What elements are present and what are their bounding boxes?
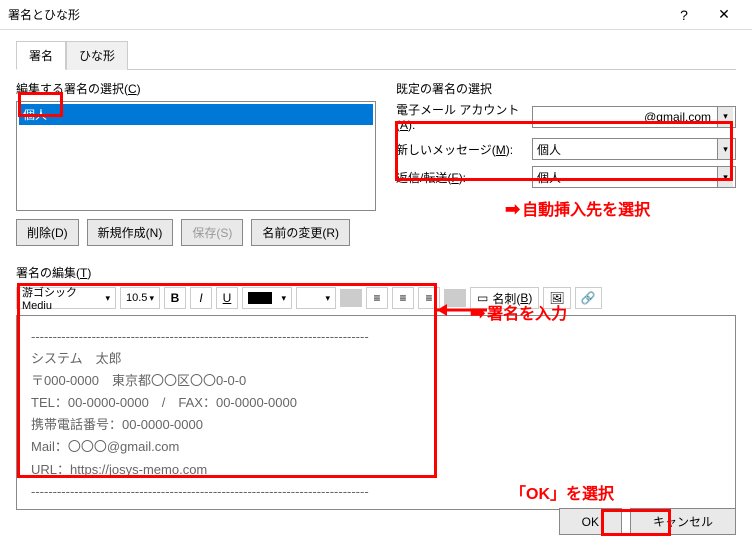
chevron-down-icon: ▾ — [717, 139, 733, 159]
editor-line: Mail：〇〇〇@gmail.com — [31, 436, 721, 458]
editor-line: 携帯電話番号：00-0000-0000 — [31, 414, 721, 436]
reply-forward-label: 返信/転送(F): — [396, 169, 526, 186]
image-button[interactable]: 🖼 — [543, 287, 570, 309]
ok-button[interactable]: OK — [559, 508, 622, 535]
reply-forward-dropdown[interactable]: 個人 ▾ — [532, 166, 736, 188]
rename-button[interactable]: 名前の変更(R) — [251, 219, 350, 246]
editor-line: URL：https://josys-memo.com — [31, 459, 721, 481]
new-message-dropdown[interactable]: 個人 ▾ — [532, 138, 736, 160]
email-account-value: @gmail.com — [537, 110, 731, 124]
default-signature-label: 既定の署名の選択 — [396, 80, 736, 97]
editor-line: TEL：00-0000-0000 / FAX：00-0000-0000 — [31, 392, 721, 414]
titlebar: 署名とひな形 ? ✕ — [0, 0, 752, 30]
tab-signature[interactable]: 署名 — [16, 41, 66, 70]
bold-button[interactable]: B — [164, 287, 186, 309]
business-card-button[interactable]: ▭ 名刺(B) — [470, 287, 539, 309]
card-icon: ▭ — [477, 291, 488, 305]
divider — [444, 289, 466, 307]
align-right-button[interactable]: ≡ — [418, 287, 440, 309]
email-account-dropdown[interactable]: @gmail.com ▾ — [532, 106, 736, 128]
auto-color-dropdown[interactable]: ▾ — [296, 287, 336, 309]
tab-strip: 署名 ひな形 — [16, 40, 736, 70]
chevron-down-icon: ▾ — [717, 107, 733, 127]
chevron-down-icon: ▾ — [717, 167, 733, 187]
editor-line: システム 太郎 — [31, 348, 721, 370]
align-left-button[interactable]: ≡ — [366, 287, 388, 309]
list-item[interactable]: 個人 — [19, 104, 373, 125]
close-button[interactable]: ✕ — [704, 0, 744, 30]
new-message-label: 新しいメッセージ(M): — [396, 141, 526, 158]
editor-line: ----------------------------------------… — [31, 481, 721, 503]
help-button[interactable]: ? — [664, 0, 704, 30]
cancel-button[interactable]: キャンセル — [630, 508, 736, 535]
email-account-label: 電子メール アカウント(A): — [396, 101, 526, 132]
font-color-dropdown[interactable]: ▾ — [242, 287, 292, 309]
reply-forward-value: 個人 — [537, 169, 561, 186]
underline-button[interactable]: U — [216, 287, 238, 309]
new-button[interactable]: 新規作成(N) — [87, 219, 174, 246]
new-message-value: 個人 — [537, 141, 561, 158]
signature-editor[interactable]: ----------------------------------------… — [16, 315, 736, 510]
align-center-button[interactable]: ≡ — [392, 287, 414, 309]
editor-line: ----------------------------------------… — [31, 326, 721, 348]
image-icon: 🖼 — [549, 291, 564, 305]
font-size-dropdown[interactable]: 10.5▾ — [120, 287, 160, 309]
edit-signature-label: 署名の編集(T) — [16, 264, 736, 281]
link-icon: 🔗 — [581, 291, 596, 305]
signature-listbox[interactable]: 個人 — [16, 101, 376, 211]
tab-template[interactable]: ひな形 — [66, 41, 128, 70]
divider — [340, 289, 362, 307]
link-button[interactable]: 🔗 — [575, 287, 602, 309]
window-title: 署名とひな形 — [8, 6, 664, 23]
save-button: 保存(S) — [181, 219, 243, 246]
italic-button[interactable]: I — [190, 287, 212, 309]
font-name-dropdown[interactable]: 游ゴシック Mediu▾ — [16, 287, 116, 309]
select-signature-label: 編集する署名の選択(C) — [16, 80, 376, 97]
editor-toolbar: 游ゴシック Mediu▾ 10.5▾ B I U ▾ ▾ ≡ ≡ ≡ ▭ 名刺(… — [16, 287, 736, 309]
editor-line: 〒000-0000 東京都〇〇区〇〇0-0-0 — [31, 370, 721, 392]
delete-button[interactable]: 削除(D) — [16, 219, 79, 246]
